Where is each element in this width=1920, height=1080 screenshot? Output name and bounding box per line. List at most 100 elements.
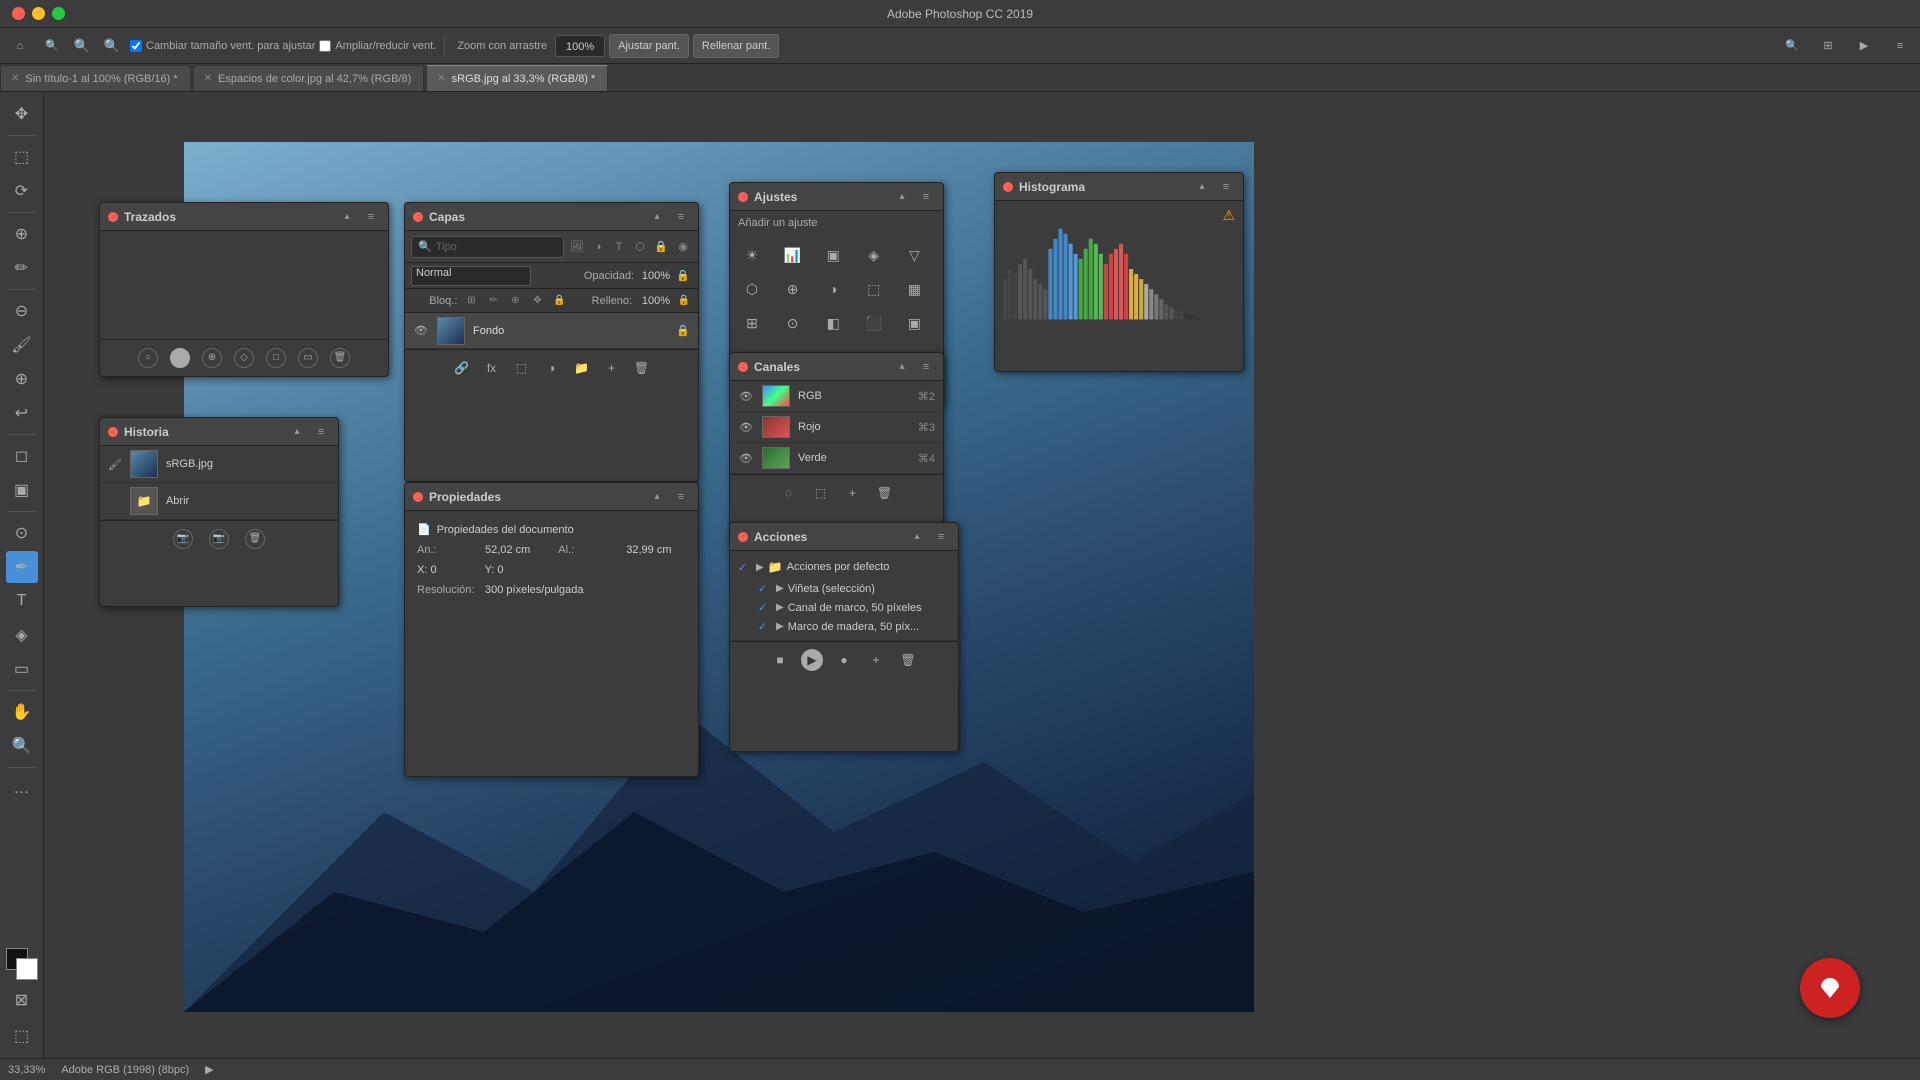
pen-tool[interactable]: ✒	[6, 551, 38, 583]
minimize-button[interactable]	[32, 7, 45, 20]
historia-item-srgb[interactable]: 🖌 sRGB.jpg	[100, 446, 338, 483]
capas-filter-shape[interactable]: ⬡	[631, 238, 649, 256]
background-color[interactable]	[16, 958, 38, 980]
ajuste-channelmixer[interactable]: ▦	[898, 273, 930, 305]
eraser-tool[interactable]: ◻	[6, 440, 38, 472]
brush-tool[interactable]: 🖌	[6, 329, 38, 361]
accion-canal-marco[interactable]: ✓ ▶ Canal de marco, 50 píxeles	[738, 598, 950, 617]
trazados-footer-trash[interactable]: 🗑	[330, 348, 350, 368]
ajuste-brightness[interactable]: ☀	[736, 239, 768, 271]
ajuste-posterize[interactable]: ◧	[817, 307, 849, 339]
historia-menu[interactable]: ≡	[312, 423, 330, 441]
quick-mask-tool[interactable]: ⊠	[6, 984, 38, 1016]
capas-filter-toggle[interactable]: ◉	[674, 238, 692, 256]
canales-close[interactable]	[738, 362, 748, 372]
capas-header[interactable]: Capas ▴ ≡	[405, 203, 698, 231]
layout-icon[interactable]: ⊞	[1814, 32, 1842, 60]
accion-marco-madera-expand[interactable]: ▶	[776, 621, 784, 632]
trazados-menu[interactable]: ≡	[362, 208, 380, 226]
zoom-in-icon[interactable]: 🔍	[98, 32, 126, 60]
accion-vineta-expand[interactable]: ▶	[776, 583, 784, 594]
accion-group-header[interactable]: ✓ ▶ 📁 Acciones por defecto	[738, 555, 950, 579]
capas-search-box[interactable]: 🔍 Tipo	[411, 236, 564, 258]
home-icon[interactable]: ⌂	[6, 32, 34, 60]
more-icon[interactable]: ≡	[1886, 32, 1914, 60]
capas-filter-smart[interactable]: 🔒	[652, 238, 670, 256]
capas-filter-type[interactable]: T	[610, 238, 628, 256]
dodge-tool[interactable]: ⊙	[6, 517, 38, 549]
ajustes-close[interactable]	[738, 192, 748, 202]
canal-rojo[interactable]: 👁 Rojo ⌘3	[730, 412, 943, 443]
histograma-close[interactable]	[1003, 182, 1013, 192]
accion-canal-marco-expand[interactable]: ▶	[776, 602, 784, 613]
canal-trash[interactable]: 🗑	[875, 483, 895, 503]
red-circle-button[interactable]	[1800, 958, 1860, 1018]
capas-new[interactable]: +	[602, 358, 622, 378]
window-controls[interactable]	[12, 7, 65, 20]
marquee-tool[interactable]: ⬚	[6, 141, 38, 173]
tab-sintitulo[interactable]: ✕ Sin título-1 al 100% (RGB/16) *	[0, 65, 191, 91]
tab-srgb[interactable]: ✕ sRGB.jpg al 33,3% (RGB/8) *	[426, 65, 608, 91]
trazados-collapse[interactable]: ▴	[338, 208, 356, 226]
acciones-header[interactable]: Acciones ▴ ≡	[730, 523, 958, 551]
tab-espacios[interactable]: ✕ Espacios de color.jpg al 42,7% (RGB/8)	[193, 65, 425, 91]
ajuste-bw[interactable]: ◑	[817, 273, 849, 305]
capas-blend-select[interactable]: Normal	[411, 266, 531, 286]
capas-group[interactable]: 📁	[572, 358, 592, 378]
propiedades-menu[interactable]: ≡	[672, 488, 690, 506]
capas-mask[interactable]: ⬚	[512, 358, 532, 378]
search-icon[interactable]: 🔍	[38, 32, 66, 60]
trazados-footer-circle3[interactable]: ⊕	[202, 348, 222, 368]
move-tool[interactable]: ✥	[6, 98, 38, 130]
historia-trash[interactable]: 🗑	[245, 529, 265, 549]
search-top-icon[interactable]: 🔍	[1778, 32, 1806, 60]
canal-rgb-eye[interactable]: 👁	[738, 388, 754, 404]
trazados-close[interactable]	[108, 212, 118, 222]
tab-close-icon-2[interactable]: ✕	[204, 73, 212, 84]
ajuste-photofilter[interactable]: ⬚	[858, 273, 890, 305]
maximize-button[interactable]	[52, 7, 65, 20]
ampliar-reducir-checkbox[interactable]	[319, 40, 331, 52]
canal-verde-eye[interactable]: 👁	[738, 450, 754, 466]
acciones-menu[interactable]: ≡	[932, 528, 950, 546]
accion-group-expand[interactable]: ▶	[756, 562, 764, 573]
capas-filter-pixel[interactable]: 🖼	[568, 238, 586, 256]
color-boxes[interactable]	[6, 948, 38, 980]
histograma-collapse[interactable]: ▴	[1193, 178, 1211, 196]
ajuste-curves[interactable]: 📊	[777, 239, 809, 271]
capas-opacity-lock[interactable]: 🔒	[674, 267, 692, 285]
ajustes-header[interactable]: Ajustes ▴ ≡	[730, 183, 943, 211]
history-brush-tool[interactable]: ↩	[6, 397, 38, 429]
layer-eye-icon[interactable]: 👁	[413, 323, 429, 339]
accion-marco-madera[interactable]: ✓ ▶ Marco de madera, 50 píx...	[738, 617, 950, 636]
canal-rojo-eye[interactable]: 👁	[738, 419, 754, 435]
ajuste-threshold[interactable]: ⬛	[858, 307, 890, 339]
capas-fill-adj[interactable]: ◑	[542, 358, 562, 378]
trazados-footer-rect[interactable]: ▭	[298, 348, 318, 368]
tab-close-icon-3[interactable]: ✕	[437, 73, 445, 84]
clone-tool[interactable]: ⊕	[6, 363, 38, 395]
historia-item-abrir[interactable]: 🖌 📁 Abrir	[100, 483, 338, 520]
propiedades-collapse[interactable]: ▴	[648, 488, 666, 506]
trazados-footer-circle2[interactable]	[170, 348, 190, 368]
zoom-out-icon[interactable]: 🔍	[68, 32, 96, 60]
arrow-icon[interactable]: ▶	[1850, 32, 1878, 60]
accion-new-action[interactable]: +	[865, 649, 887, 671]
heal-tool[interactable]: ⊖	[6, 295, 38, 327]
lock-pixel[interactable]: ⊞	[463, 293, 479, 309]
acciones-close[interactable]	[738, 532, 748, 542]
canal-mask[interactable]: ⬚	[811, 483, 831, 503]
lock-position[interactable]: ✏	[485, 293, 501, 309]
layer-fondo[interactable]: 👁 Fondo 🔒	[405, 313, 698, 349]
trazados-footer-circle1[interactable]: ○	[138, 348, 158, 368]
historia-close[interactable]	[108, 427, 118, 437]
screen-mode-tool[interactable]: ⬚	[6, 1020, 38, 1052]
ajuste-exposure[interactable]: ◈	[858, 239, 890, 271]
canales-collapse[interactable]: ▴	[893, 358, 911, 376]
canales-menu[interactable]: ≡	[917, 358, 935, 376]
canal-verde[interactable]: 👁 Verde ⌘4	[730, 443, 943, 474]
capas-relleno-lock[interactable]: 🔒	[676, 293, 692, 309]
capas-link[interactable]: 🔗	[452, 358, 472, 378]
accion-trash[interactable]: 🗑	[897, 649, 919, 671]
lock-all[interactable]: 🔒	[551, 293, 567, 309]
